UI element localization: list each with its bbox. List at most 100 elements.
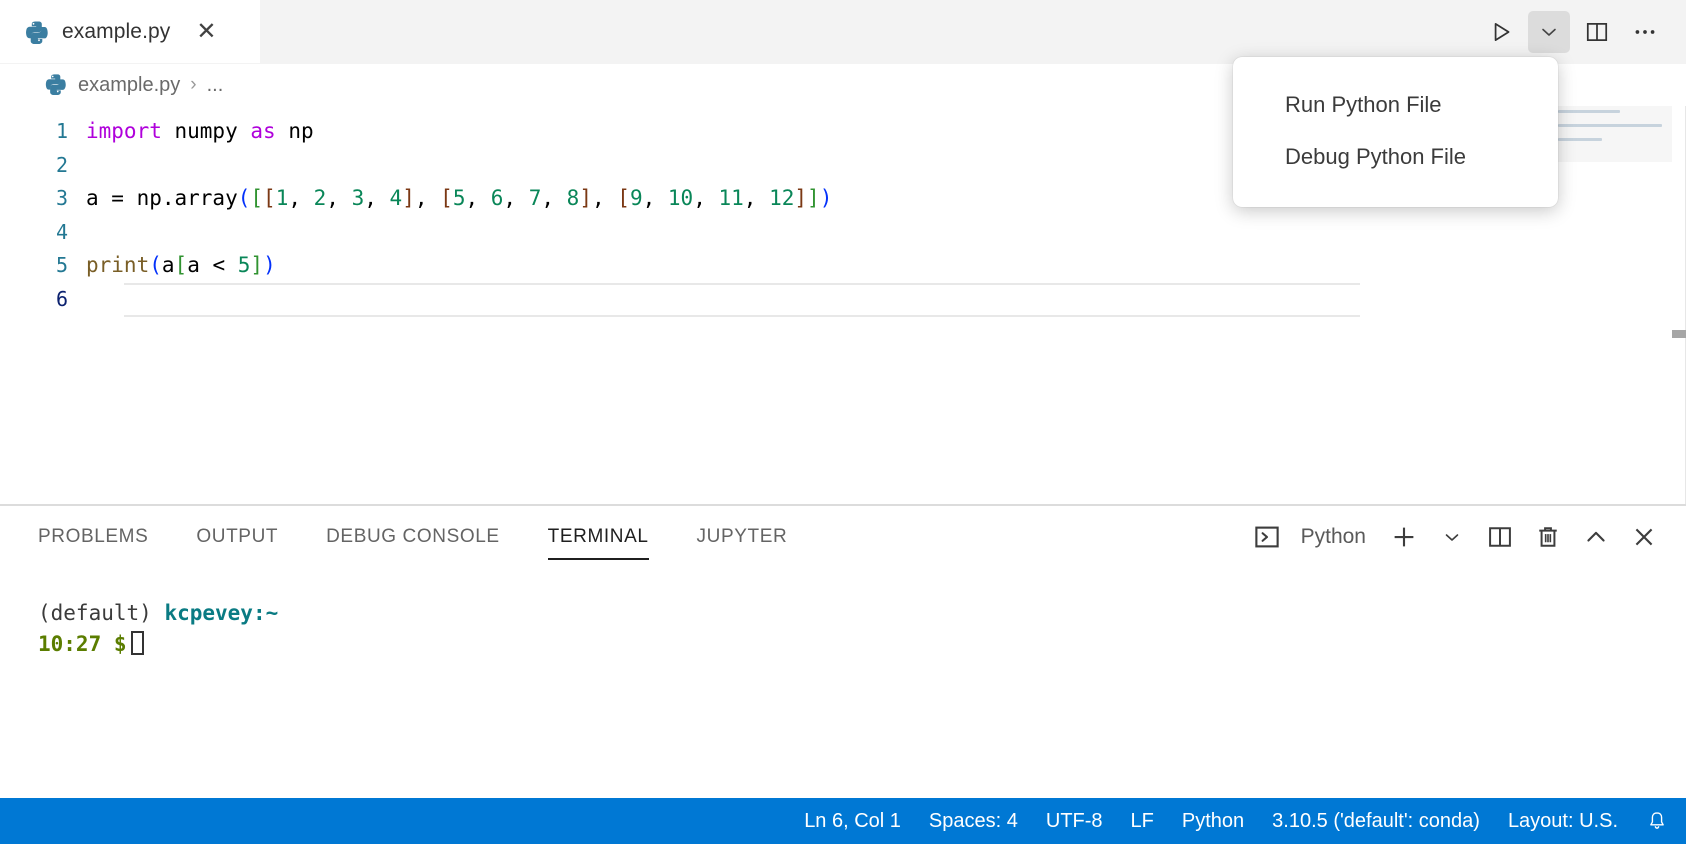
token-number: 10 <box>668 186 693 210</box>
token-comma: , <box>541 186 566 210</box>
line-number: 4 <box>0 216 86 250</box>
terminal-profile-dropdown-button[interactable] <box>1432 517 1472 557</box>
token-number: 9 <box>630 186 643 210</box>
close-panel-button[interactable] <box>1624 517 1664 557</box>
token-alias: np <box>276 119 314 143</box>
notifications-bell-button[interactable] <box>1632 810 1686 832</box>
tab-debug-console[interactable]: DEBUG CONSOLE <box>326 506 500 568</box>
token-number: 5 <box>238 253 251 277</box>
split-editor-icon <box>1584 19 1610 45</box>
token-bracket-open-2: [ <box>263 186 276 210</box>
split-terminal-button[interactable] <box>1480 517 1520 557</box>
panel-tab-label: TERMINAL <box>548 526 649 548</box>
split-editor-button[interactable] <box>1576 11 1618 53</box>
editor-scrollbar-thumb[interactable] <box>1672 330 1686 338</box>
menu-item-debug-python-file[interactable]: Debug Python File <box>1233 131 1558 183</box>
status-indentation[interactable]: Spaces: 4 <box>915 810 1032 833</box>
menu-item-label: Run Python File <box>1285 92 1442 118</box>
line-number: 1 <box>0 115 86 149</box>
split-icon <box>1486 523 1514 551</box>
token-comma: , <box>364 186 389 210</box>
tab-terminal[interactable]: TERMINAL <box>548 506 649 568</box>
editor-tab-label: example.py <box>62 20 170 44</box>
tab-output[interactable]: OUTPUT <box>196 506 278 568</box>
code-line-text: print(a[a < 5]) <box>86 249 276 283</box>
token-number: 1 <box>276 186 289 210</box>
code-line-5: 5 print(a[a < 5]) <box>0 249 1686 283</box>
run-button[interactable] <box>1480 11 1522 53</box>
code-line-text: a = np.array([[1, 2, 3, 4], [5, 6, 7, 8]… <box>86 182 832 216</box>
tab-jupyter[interactable]: JUPYTER <box>697 506 788 568</box>
terminal-prompt-symbol: $ <box>114 632 127 656</box>
chevron-up-icon <box>1582 523 1610 551</box>
menu-item-label: Debug Python File <box>1285 144 1466 170</box>
token-comma: , <box>465 186 490 210</box>
kill-terminal-button[interactable] <box>1528 517 1568 557</box>
new-terminal-button[interactable] <box>1384 517 1424 557</box>
python-icon <box>44 73 68 97</box>
status-language-mode[interactable]: Python <box>1168 810 1258 833</box>
terminal-time: 10:27 <box>38 632 101 656</box>
panel-actions: Python <box>1247 517 1686 557</box>
status-python-interpreter[interactable]: 3.10.5 ('default': conda) <box>1258 810 1494 833</box>
ellipsis-icon <box>1632 19 1658 45</box>
token-paren-open: ( <box>238 186 251 210</box>
status-cursor-position[interactable]: Ln 6, Col 1 <box>790 810 915 833</box>
more-actions-button[interactable] <box>1624 11 1666 53</box>
line-number: 3 <box>0 182 86 216</box>
menu-item-run-python-file[interactable]: Run Python File <box>1233 79 1558 131</box>
panel-tab-label: PROBLEMS <box>38 526 148 548</box>
editor-tab-bar: example.py ✕ <box>0 0 1686 64</box>
run-dropdown-button[interactable] <box>1528 11 1570 53</box>
panel-tab-label: DEBUG CONSOLE <box>326 526 500 548</box>
bell-icon <box>1646 810 1668 832</box>
status-bar: Ln 6, Col 1 Spaces: 4 UTF-8 LF Python 3.… <box>0 798 1686 844</box>
token-function-print: print <box>86 253 149 277</box>
editor-actions <box>1480 0 1686 63</box>
token-bracket-open-3: [ <box>440 186 453 210</box>
line-number: 5 <box>0 249 86 283</box>
status-keyboard-layout[interactable]: Layout: U.S. <box>1494 810 1632 833</box>
panel-tab-label: JUPYTER <box>697 526 788 548</box>
token-paren-close: ) <box>263 253 276 277</box>
token-bracket-open: [ <box>175 253 188 277</box>
maximize-panel-button[interactable] <box>1576 517 1616 557</box>
tab-problems[interactable]: PROBLEMS <box>38 506 148 568</box>
terminal-selector-button[interactable] <box>1247 517 1287 557</box>
editor-tab-example-py[interactable]: example.py ✕ <box>0 0 260 63</box>
plus-icon <box>1389 522 1419 552</box>
token-bracket-close-2: ] <box>402 186 415 210</box>
terminal-output[interactable]: (default) kcpevey:~ 10:27 $ <box>0 568 1686 798</box>
tab-bar-spacer <box>260 0 1480 63</box>
token-comma: , <box>592 186 617 210</box>
token-bracket-close-4: ] <box>794 186 807 210</box>
token-number: 2 <box>314 186 327 210</box>
vscode-window: example.py ✕ <box>0 0 1686 844</box>
token-keyword-import: import <box>86 119 162 143</box>
status-encoding[interactable]: UTF-8 <box>1032 810 1117 833</box>
token-number: 8 <box>567 186 580 210</box>
breadcrumb-file[interactable]: example.py <box>78 74 180 97</box>
terminal-cursor <box>131 631 144 655</box>
token-number: 3 <box>352 186 365 210</box>
code-line-text: import numpy as np <box>86 115 314 149</box>
editor-scrollbar[interactable] <box>1672 106 1686 504</box>
breadcrumb-symbol[interactable]: ... <box>207 74 224 97</box>
token-number: 5 <box>453 186 466 210</box>
token-variable: a <box>162 253 175 277</box>
trash-icon <box>1534 523 1562 551</box>
token-comma: , <box>326 186 351 210</box>
terminal-host: kcpevey:~ <box>164 601 278 625</box>
panel-tab-bar: PROBLEMS OUTPUT DEBUG CONSOLE TERMINAL J… <box>0 506 1686 568</box>
terminal-icon <box>1252 522 1282 552</box>
close-icon[interactable]: ✕ <box>196 20 216 44</box>
bottom-panel: PROBLEMS OUTPUT DEBUG CONSOLE TERMINAL J… <box>0 504 1686 798</box>
token-keyword-as: as <box>250 119 275 143</box>
run-dropdown-menu: Run Python File Debug Python File <box>1233 57 1558 207</box>
status-eol[interactable]: LF <box>1117 810 1168 833</box>
token-paren-open: ( <box>149 253 162 277</box>
token-assign: a = np.array <box>86 186 238 210</box>
token-number: 12 <box>769 186 794 210</box>
code-line-4: 4 <box>0 216 1686 250</box>
panel-tab-label: OUTPUT <box>196 526 278 548</box>
